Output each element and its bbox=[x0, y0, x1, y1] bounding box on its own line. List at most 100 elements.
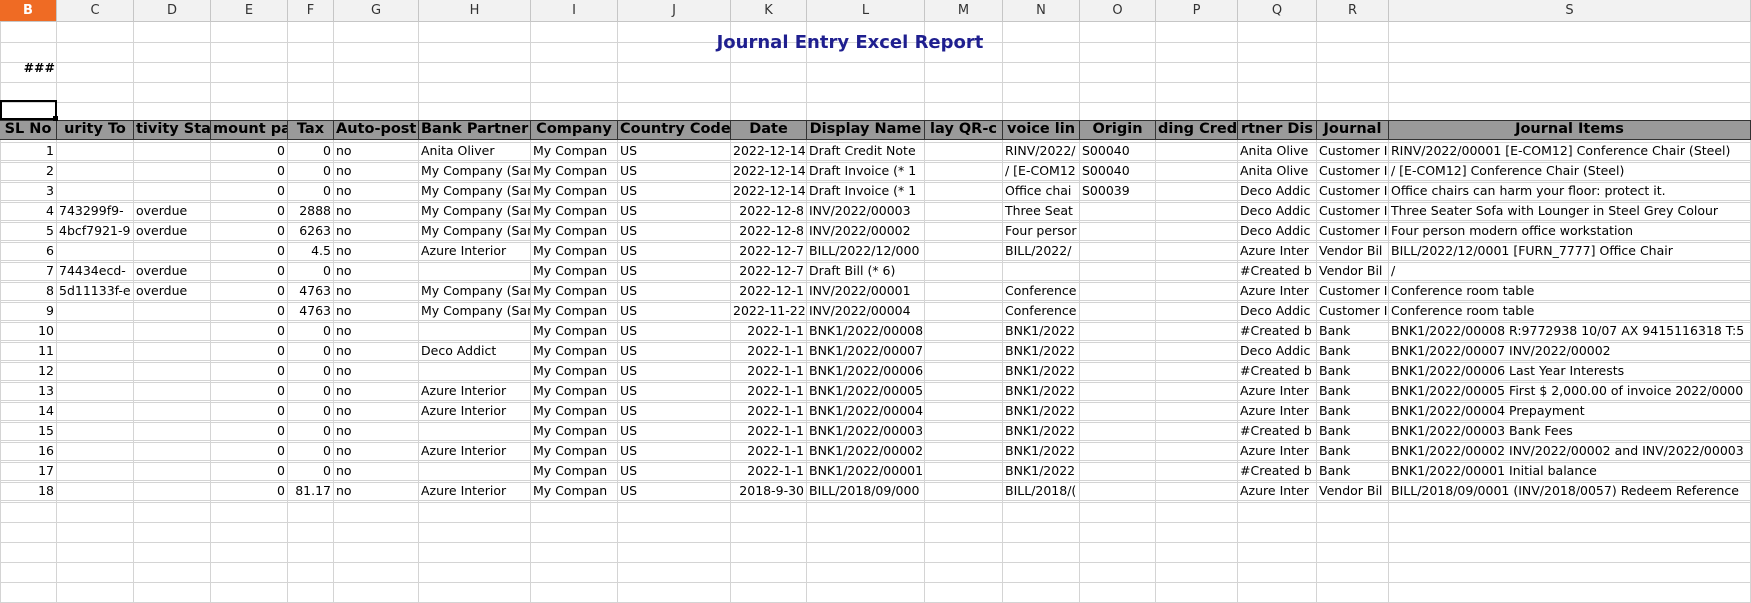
table-cell[interactable]: BILL/2022/12/000 bbox=[807, 241, 925, 261]
table-cell[interactable]: Conference bbox=[1003, 301, 1080, 321]
table-cell[interactable] bbox=[134, 241, 211, 261]
column-header-j[interactable]: J bbox=[618, 0, 731, 22]
table-cell[interactable]: My Compan bbox=[531, 221, 618, 241]
table-header-cell[interactable]: lay QR-c bbox=[925, 120, 1003, 140]
table-cell[interactable] bbox=[419, 421, 531, 441]
fill-handle[interactable] bbox=[53, 116, 58, 121]
table-cell[interactable]: Deco Addic bbox=[1238, 301, 1317, 321]
table-cell[interactable] bbox=[419, 361, 531, 381]
column-header-f[interactable]: F bbox=[288, 0, 334, 22]
table-cell[interactable]: My Compan bbox=[531, 201, 618, 221]
table-cell[interactable] bbox=[925, 421, 1003, 441]
table-cell[interactable] bbox=[1156, 461, 1238, 481]
table-cell[interactable]: BILL/2022/12/0001 [FURN_7777] Office Cha… bbox=[1389, 241, 1751, 261]
table-cell[interactable]: 0 bbox=[211, 141, 288, 161]
table-cell[interactable]: My Company (San bbox=[419, 181, 531, 201]
table-cell[interactable]: BILL/2018/09/000 bbox=[807, 481, 925, 501]
table-cell[interactable]: 0 bbox=[288, 401, 334, 421]
table-cell[interactable] bbox=[925, 221, 1003, 241]
table-cell[interactable] bbox=[1156, 341, 1238, 361]
table-cell[interactable]: no bbox=[334, 301, 419, 321]
table-cell[interactable]: Vendor Bil bbox=[1317, 261, 1389, 281]
table-cell[interactable]: US bbox=[618, 461, 731, 481]
table-header-cell[interactable]: voice lin bbox=[1003, 120, 1080, 140]
table-cell[interactable] bbox=[1080, 301, 1156, 321]
table-cell[interactable] bbox=[1080, 201, 1156, 221]
table-cell[interactable] bbox=[134, 441, 211, 461]
table-cell[interactable]: 0 bbox=[211, 201, 288, 221]
table-cell[interactable]: no bbox=[334, 201, 419, 221]
table-cell[interactable]: Draft Credit Note bbox=[807, 141, 925, 161]
table-cell[interactable]: US bbox=[618, 381, 731, 401]
table-cell[interactable] bbox=[925, 161, 1003, 181]
table-cell[interactable]: 0 bbox=[288, 181, 334, 201]
table-cell[interactable] bbox=[134, 421, 211, 441]
table-cell[interactable]: BNK1/2022/00003 bbox=[807, 421, 925, 441]
table-cell[interactable]: 0 bbox=[211, 381, 288, 401]
table-cell[interactable]: #Created b bbox=[1238, 461, 1317, 481]
table-cell[interactable]: 2 bbox=[0, 161, 57, 181]
table-header-cell[interactable]: Auto-post bbox=[334, 120, 419, 140]
table-cell[interactable]: 12 bbox=[0, 361, 57, 381]
table-cell[interactable]: / bbox=[1389, 261, 1751, 281]
column-header-g[interactable]: G bbox=[334, 0, 419, 22]
column-header-d[interactable]: D bbox=[134, 0, 211, 22]
table-cell[interactable]: US bbox=[618, 261, 731, 281]
table-cell[interactable]: 2022-12-7 bbox=[731, 241, 807, 261]
table-cell[interactable]: S00040 bbox=[1080, 161, 1156, 181]
table-cell[interactable]: 4763 bbox=[288, 301, 334, 321]
table-cell[interactable]: 0 bbox=[288, 341, 334, 361]
table-cell[interactable]: 0 bbox=[211, 361, 288, 381]
table-cell[interactable]: BNK1/2022/00007 bbox=[807, 341, 925, 361]
table-cell[interactable]: 0 bbox=[211, 301, 288, 321]
table-cell[interactable] bbox=[925, 321, 1003, 341]
table-cell[interactable]: BNK1/2022 bbox=[1003, 421, 1080, 441]
table-cell[interactable]: #Created b bbox=[1238, 261, 1317, 281]
table-cell[interactable]: BNK1/2022/00008 R:9772938 10/07 AX 94151… bbox=[1389, 321, 1751, 341]
table-cell[interactable]: 11 bbox=[0, 341, 57, 361]
table-cell[interactable] bbox=[1156, 361, 1238, 381]
table-cell[interactable]: 0 bbox=[288, 381, 334, 401]
table-cell[interactable]: 0 bbox=[211, 241, 288, 261]
table-cell[interactable]: Customer I bbox=[1317, 201, 1389, 221]
table-cell[interactable] bbox=[925, 401, 1003, 421]
table-cell[interactable]: BNK1/2022/00004 Prepayment bbox=[1389, 401, 1751, 421]
table-cell[interactable]: 2022-12-7 bbox=[731, 261, 807, 281]
table-cell[interactable]: BNK1/2022 bbox=[1003, 321, 1080, 341]
table-cell[interactable]: BNK1/2022/00008 bbox=[807, 321, 925, 341]
table-cell[interactable]: INV/2022/00001 bbox=[807, 281, 925, 301]
active-cell-cursor[interactable] bbox=[0, 100, 57, 120]
table-cell[interactable]: BNK1/2022/00003 Bank Fees bbox=[1389, 421, 1751, 441]
table-cell[interactable]: 6 bbox=[0, 241, 57, 261]
table-header-cell[interactable]: Journal Items bbox=[1389, 120, 1751, 140]
table-cell[interactable]: 0 bbox=[211, 481, 288, 501]
table-cell[interactable]: BNK1/2022 bbox=[1003, 381, 1080, 401]
table-cell[interactable]: #Created b bbox=[1238, 361, 1317, 381]
table-cell[interactable]: Customer I bbox=[1317, 181, 1389, 201]
table-cell[interactable]: My Compan bbox=[531, 241, 618, 261]
table-cell[interactable]: 2022-11-22 bbox=[731, 301, 807, 321]
table-cell[interactable] bbox=[1080, 421, 1156, 441]
table-cell[interactable]: Customer I bbox=[1317, 141, 1389, 161]
table-cell[interactable]: US bbox=[618, 161, 731, 181]
table-cell[interactable]: US bbox=[618, 441, 731, 461]
table-cell[interactable] bbox=[1156, 241, 1238, 261]
table-cell[interactable]: 2022-1-1 bbox=[731, 321, 807, 341]
table-cell[interactable] bbox=[134, 181, 211, 201]
table-header-cell[interactable]: Bank Partner bbox=[419, 120, 531, 140]
table-cell[interactable]: 6263 bbox=[288, 221, 334, 241]
table-cell[interactable]: Customer I bbox=[1317, 161, 1389, 181]
table-cell[interactable] bbox=[925, 241, 1003, 261]
table-cell[interactable]: no bbox=[334, 261, 419, 281]
column-header-r[interactable]: R bbox=[1317, 0, 1389, 22]
table-cell[interactable] bbox=[134, 481, 211, 501]
table-cell[interactable] bbox=[925, 361, 1003, 381]
table-header-cell[interactable]: SL No bbox=[0, 120, 57, 140]
table-cell[interactable]: overdue bbox=[134, 281, 211, 301]
table-cell[interactable]: Vendor Bil bbox=[1317, 241, 1389, 261]
table-cell[interactable]: 0 bbox=[211, 341, 288, 361]
table-cell[interactable] bbox=[57, 181, 134, 201]
table-cell[interactable]: Azure Inter bbox=[1238, 281, 1317, 301]
table-cell[interactable]: My Compan bbox=[531, 301, 618, 321]
table-cell[interactable]: Azure Inter bbox=[1238, 241, 1317, 261]
